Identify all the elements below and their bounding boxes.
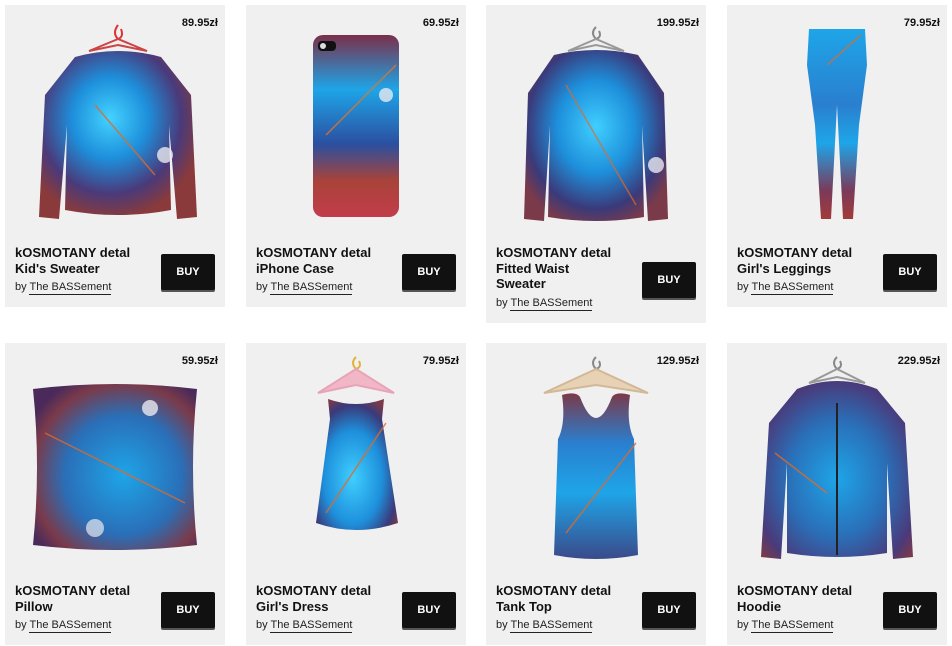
product-card[interactable]: 59.95zł kOSMOTANY detal Pillow by The BA… [5,343,225,645]
product-grid: 89.95zł kOSMOTANY detal Kid's Sweater by… [0,0,952,646]
product-card[interactable]: 79.95zł kOSMOTANY detal Girl's Dress by … [246,343,466,645]
sweater-icon [524,26,668,221]
pillow-icon [33,384,197,550]
price: 229.95zł [897,355,940,367]
product-title[interactable]: kOSMOTANY detal iPhone Case [256,245,396,276]
buy-button[interactable]: BUY [642,262,696,298]
product-author: by The BASSement [256,281,353,295]
product-image[interactable]: 79.95zł [727,5,947,237]
price: 79.95zł [903,17,940,29]
author-link[interactable]: The BASSement [270,619,353,633]
product-author: by The BASSement [737,281,834,295]
product-image[interactable]: 229.95zł [727,343,947,575]
product-image[interactable]: 59.95zł [5,343,225,575]
product-title[interactable]: kOSMOTANY detal Fitted Waist Sweater [496,245,636,292]
product-image[interactable]: 129.95zł [486,343,706,575]
product-author: by The BASSement [496,297,593,311]
leggings-icon [807,29,867,219]
phone-case-icon [313,35,399,217]
price: 199.95zł [656,17,699,29]
author-link[interactable]: The BASSement [510,297,593,311]
product-title[interactable]: kOSMOTANY detal Hoodie [737,583,877,614]
product-title[interactable]: kOSMOTANY detal Kid's Sweater [15,245,155,276]
buy-button[interactable]: BUY [402,254,456,290]
product-image[interactable]: 69.95zł [246,5,466,237]
buy-button[interactable]: BUY [642,592,696,628]
product-card[interactable]: 129.95zł kOSMOTANY detal Tank Top by The… [486,343,706,645]
product-author: by The BASSement [256,619,353,633]
author-link[interactable]: The BASSement [751,281,834,295]
product-author: by The BASSement [496,619,593,633]
price: 89.95zł [181,17,218,29]
product-card[interactable]: 79.95zł kOSMOTANY detal Girl's Leggings … [727,5,947,307]
product-title[interactable]: kOSMOTANY detal Girl's Leggings [737,245,877,276]
author-link[interactable]: The BASSement [29,281,112,295]
price: 129.95zł [656,355,699,367]
author-link[interactable]: The BASSement [510,619,593,633]
product-image[interactable]: 79.95zł [246,343,466,575]
author-link[interactable]: The BASSement [270,281,353,295]
product-image[interactable]: 199.95zł [486,5,706,237]
buy-button[interactable]: BUY [883,254,937,290]
product-title[interactable]: kOSMOTANY detal Girl's Dress [256,583,396,614]
product-title[interactable]: kOSMOTANY detal Tank Top [496,583,636,614]
author-link[interactable]: The BASSement [751,619,834,633]
buy-button[interactable]: BUY [883,592,937,628]
product-title[interactable]: kOSMOTANY detal Pillow [15,583,155,614]
product-author: by The BASSement [15,281,112,295]
product-author: by The BASSement [15,619,112,633]
buy-button[interactable]: BUY [402,592,456,628]
price: 59.95zł [181,355,218,367]
sweater-icon [39,24,197,219]
buy-button[interactable]: BUY [161,592,215,628]
tank-top-icon [543,356,649,559]
product-card[interactable]: 229.95zł kOSMOTANY detal Hoodie by The B… [727,343,947,645]
author-link[interactable]: The BASSement [29,619,112,633]
product-card[interactable]: 69.95zł kOSMOTANY detal iPhone Case by T… [246,5,466,307]
buy-button[interactable]: BUY [161,254,215,290]
price: 69.95zł [422,17,459,29]
product-author: by The BASSement [737,619,834,633]
product-card[interactable]: 89.95zł kOSMOTANY detal Kid's Sweater by… [5,5,225,307]
price: 79.95zł [422,355,459,367]
product-image[interactable]: 89.95zł [5,5,225,237]
dress-icon [316,356,398,530]
hoodie-icon [761,356,913,559]
product-card[interactable]: 199.95zł kOSMOTANY detal Fitted Waist Sw… [486,5,706,323]
